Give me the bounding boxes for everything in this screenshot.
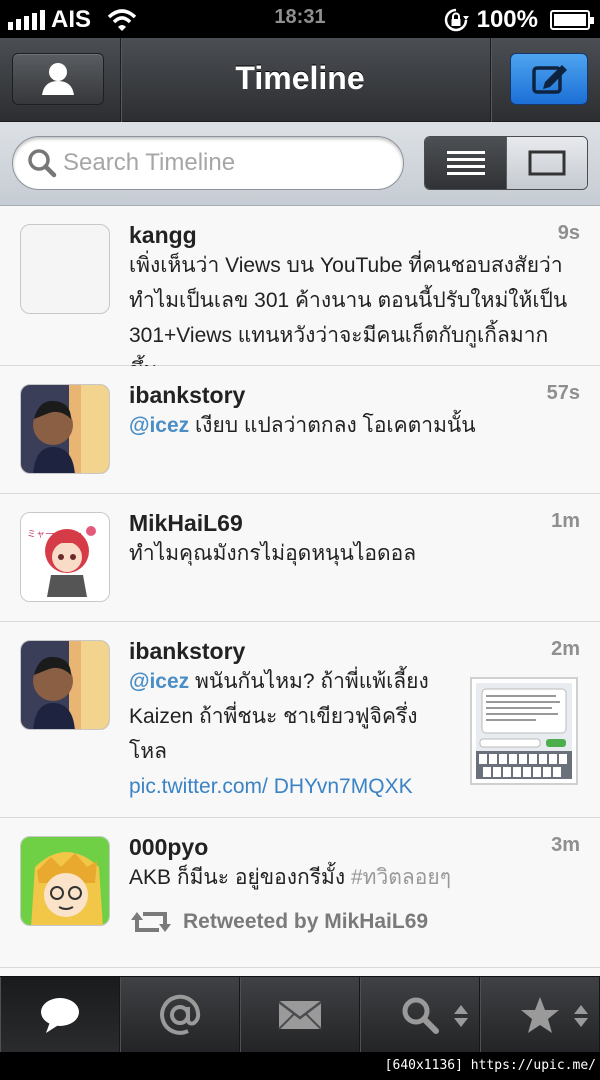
tab-favorites[interactable] (480, 977, 600, 1052)
tweet-author: kangg (129, 222, 197, 248)
rotation-lock-icon (444, 8, 469, 32)
tweet-time: 1m (551, 510, 580, 532)
tweet-author: MikHaiL69 (129, 510, 243, 536)
tweet-time: 57s (546, 382, 580, 404)
mention-link[interactable]: @icez (129, 414, 189, 437)
tab-timeline[interactable] (0, 977, 120, 1052)
search-input[interactable] (63, 149, 383, 177)
tab-bar (0, 976, 600, 1052)
tab-search[interactable] (360, 977, 480, 1052)
tweet-row[interactable]: kangg 9s เพิ่งเห็นว่า Views บน YouTube ท… (0, 206, 600, 382)
tweet-text: AKB ก็มีนะ อยู่ของกรีมั้ง #ทวิตลอยๆ (129, 860, 569, 895)
compose-button[interactable] (510, 53, 588, 105)
tweet-time: 2m (551, 638, 580, 660)
star-icon (521, 996, 559, 1033)
avatar[interactable]: ミャー (20, 512, 110, 602)
tweet-row[interactable]: ibankstory 2m @icez พนันกันไหม? ถ้าพี่แพ… (0, 622, 600, 818)
media-link[interactable]: pic.twitter.com/ DHYvn7MQXK (129, 775, 413, 798)
avatar[interactable] (20, 384, 110, 474)
tweet-author: ibankstory (129, 638, 246, 664)
tweet-time: 9s (557, 222, 580, 244)
media-thumbnail[interactable] (470, 677, 578, 785)
image-footer: [640x1136] https://upic.me/ (0, 1052, 600, 1080)
search-field[interactable] (12, 136, 404, 190)
retweet-indicator: Retweeted by MikHaiL69 (129, 908, 428, 936)
tab-mentions[interactable] (120, 977, 240, 1052)
list-icon (446, 151, 485, 175)
avatar[interactable] (20, 836, 110, 926)
tweet-row[interactable]: 000pyo 3m AKB ก็มีนะ อยู่ของกรีมั้ง #ทวิ… (0, 818, 600, 968)
tab-messages[interactable] (240, 977, 360, 1052)
navigation-bar: Timeline (0, 38, 600, 122)
tweet-text: ทำไมคุณมังกรไม่อุดหนุนไอดอล (129, 542, 417, 565)
tweet-time: 3m (551, 834, 580, 856)
tweet-text: @icez เงียบ แปลว่าตกลง โอเคตามนั้น (129, 408, 569, 443)
search-icon (402, 997, 439, 1034)
tweet-author: 000pyo (129, 834, 209, 860)
speech-bubble-icon (41, 997, 79, 1033)
at-sign-icon (160, 994, 201, 1035)
tweet-text-content: เงียบ แปลว่าตกลง โอเคตามนั้น (189, 414, 476, 437)
watermark-text: [640x1136] https://upic.me/ (384, 1058, 596, 1073)
tweet-row[interactable]: ミャー MikHaiL69 1m ทำไมคุณมังกรไม่อุดหนุนไ… (0, 494, 600, 622)
avatar[interactable] (20, 640, 110, 730)
battery-percent: 100% (476, 6, 538, 33)
compose-icon (532, 65, 567, 94)
square-icon (528, 150, 566, 176)
tweet-text: @icez พนันกันไหม? ถ้าพี่แพ้เลี้ยง Kaizen… (129, 664, 449, 804)
up-down-arrows-icon (574, 1005, 588, 1027)
battery-icon (550, 10, 594, 30)
view-mode-toggle (424, 136, 588, 190)
tweet-row-partial (0, 968, 600, 976)
tweet-author: ibankstory (129, 382, 246, 408)
up-down-arrows-icon (454, 1005, 468, 1027)
avatar[interactable] (20, 224, 110, 314)
status-bar: AIS 18:31 100% (0, 0, 600, 38)
retweet-icon (131, 912, 171, 932)
svg-text:ミャー: ミャー (27, 529, 54, 539)
search-bar (0, 122, 600, 206)
single-view-button[interactable] (506, 137, 587, 189)
timeline-list: kangg 9s เพิ่งเห็นว่า Views บน YouTube ท… (0, 206, 600, 976)
list-view-button[interactable] (425, 137, 506, 189)
tweet-text-content: AKB ก็มีนะ อยู่ของกรีมั้ง (129, 866, 351, 889)
hashtag-link[interactable]: #ทวิตลอยๆ (351, 866, 451, 889)
retweet-label: Retweeted by MikHaiL69 (183, 910, 429, 933)
tweet-row[interactable]: ibankstory 57s @icez เงียบ แปลว่าตกลง โอ… (0, 366, 600, 494)
envelope-icon (278, 1000, 322, 1030)
mention-link[interactable]: @icez (129, 670, 189, 693)
search-icon (28, 149, 57, 178)
